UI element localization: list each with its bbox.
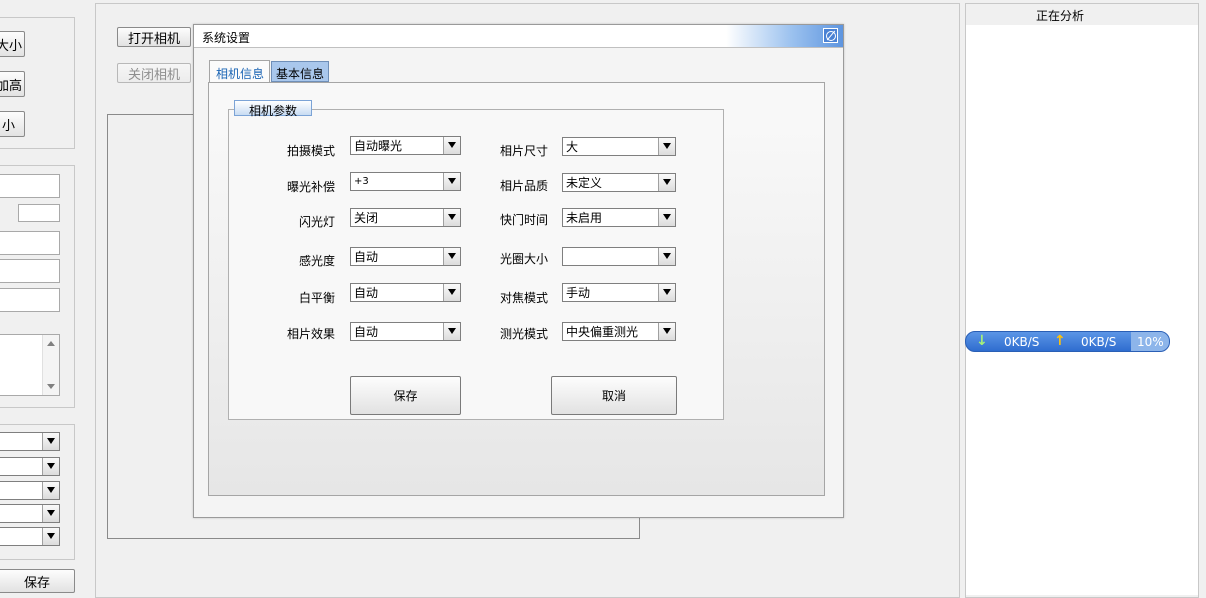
iso-combo[interactable]: 自动 [350,247,461,266]
upload-speed: 0KB/S [1081,335,1117,349]
photo-effect-combo[interactable]: 自动 [350,322,461,341]
exposure-comp-combo[interactable]: +3 [350,172,461,191]
param-label: 闪光灯 [298,215,335,229]
left-combo-5[interactable] [0,527,60,546]
group-title-label: 相机参数 [249,104,298,118]
dropdown-arrow-icon[interactable] [443,323,460,340]
dropdown-arrow-icon[interactable] [42,433,59,450]
dropdown-arrow-icon[interactable] [658,323,675,340]
dropdown-arrow-icon[interactable] [42,528,59,545]
left-combo-3[interactable] [0,481,60,500]
param-label: 白平衡 [298,291,335,305]
white-balance-combo[interactable]: 自动 [350,283,461,302]
aperture-combo[interactable] [562,247,676,266]
metering-mode-combo[interactable]: 中央偏重测光 [562,322,676,341]
left-input-1[interactable] [0,174,60,198]
tab-camera-info-label: 相机信息 [216,67,265,81]
tab-basic-info[interactable]: 基本信息 [271,61,329,82]
dropdown-arrow-icon[interactable] [658,284,675,301]
left-input-3[interactable] [0,231,60,255]
close-camera-button[interactable]: 关闭相机 [117,63,191,83]
group-title: 相机参数 [234,100,312,118]
upload-arrow-icon: ↑ [1054,333,1066,349]
dropdown-arrow-icon[interactable] [658,209,675,226]
tab-basic-info-label: 基本信息 [276,67,325,81]
size-tall-button[interactable]: 加高 [0,71,25,97]
dialog-save-button[interactable]: 保存 [350,376,461,415]
close-icon[interactable] [823,28,838,43]
left-save-button[interactable]: 保存 [0,569,75,593]
left-combo-4[interactable] [0,504,60,523]
left-textarea[interactable] [0,334,60,396]
combo-value: 关闭 [354,211,379,225]
cpu-percent: 10% [1137,335,1164,349]
settings-dialog: 系统设置 相机信息 基本信息 相机参数 [193,24,844,518]
dialog-cancel-button[interactable]: 取消 [551,376,677,415]
cpu-percent-box: 10% [1131,332,1169,351]
textarea-scrollbar[interactable] [42,335,59,395]
tab-camera-info[interactable]: 相机信息 [209,60,270,82]
dropdown-arrow-icon[interactable] [443,137,460,154]
download-arrow-icon: ↓ [976,333,988,349]
combo-value: 手动 [566,286,591,300]
param-label: 感光度 [298,254,335,268]
photo-quality-combo[interactable]: 未定义 [562,173,676,192]
left-input-2[interactable] [18,204,60,222]
param-label: 相片品质 [499,179,548,193]
param-label: 曝光补偿 [286,180,335,194]
dialog-titlebar[interactable]: 系统设置 [194,25,843,48]
combo-value: 未启用 [566,211,603,225]
combo-value: 自动 [354,286,379,300]
dropdown-arrow-icon[interactable] [42,505,59,522]
download-speed: 0KB/S [1004,335,1040,349]
shutter-time-combo[interactable]: 未启用 [562,208,676,227]
open-camera-button[interactable]: 打开相机 [117,27,191,47]
left-input-5[interactable] [0,288,60,312]
param-label: 相片效果 [286,327,335,341]
dropdown-arrow-icon[interactable] [443,248,460,265]
param-label: 相片尺寸 [499,144,548,158]
right-panel-title: 正在分析 [1035,9,1084,23]
left-combo-2[interactable] [0,457,60,476]
analysis-list [966,25,1198,595]
dropdown-arrow-icon[interactable] [443,209,460,226]
combo-value: 自动 [354,250,379,264]
combo-value: 自动曝光 [354,139,403,153]
left-input-4[interactable] [0,259,60,283]
dropdown-arrow-icon[interactable] [42,458,59,475]
photo-size-combo[interactable]: 大 [562,137,676,156]
dialog-title: 系统设置 [202,31,251,45]
param-label: 拍摄模式 [286,144,335,158]
combo-value: 中央偏重测光 [566,325,639,339]
flash-combo[interactable]: 关闭 [350,208,461,227]
size-small-button[interactable]: 小 [0,111,25,137]
left-combo-1[interactable] [0,432,60,451]
combo-value: 大 [566,140,579,154]
param-label: 快门时间 [499,213,548,227]
network-speed-widget[interactable]: ↓ 0KB/S ↑ 0KB/S 10% [965,331,1170,352]
dropdown-arrow-icon[interactable] [42,482,59,499]
focus-mode-combo[interactable]: 手动 [562,283,676,302]
combo-value: +3 [354,176,369,187]
param-label: 光圈大小 [499,252,548,266]
dropdown-arrow-icon[interactable] [658,174,675,191]
scroll-down-arrow-icon[interactable] [47,384,55,389]
scroll-up-arrow-icon[interactable] [47,341,55,346]
size-large-button[interactable]: 大小 [0,31,25,57]
dropdown-arrow-icon[interactable] [658,248,675,265]
dropdown-arrow-icon[interactable] [658,138,675,155]
dropdown-arrow-icon[interactable] [443,284,460,301]
combo-value: 自动 [354,325,379,339]
param-label: 对焦模式 [499,291,548,305]
combo-value: 未定义 [566,176,603,190]
param-label: 测光模式 [499,327,548,341]
shooting-mode-combo[interactable]: 自动曝光 [350,136,461,155]
dropdown-arrow-icon[interactable] [443,173,460,190]
